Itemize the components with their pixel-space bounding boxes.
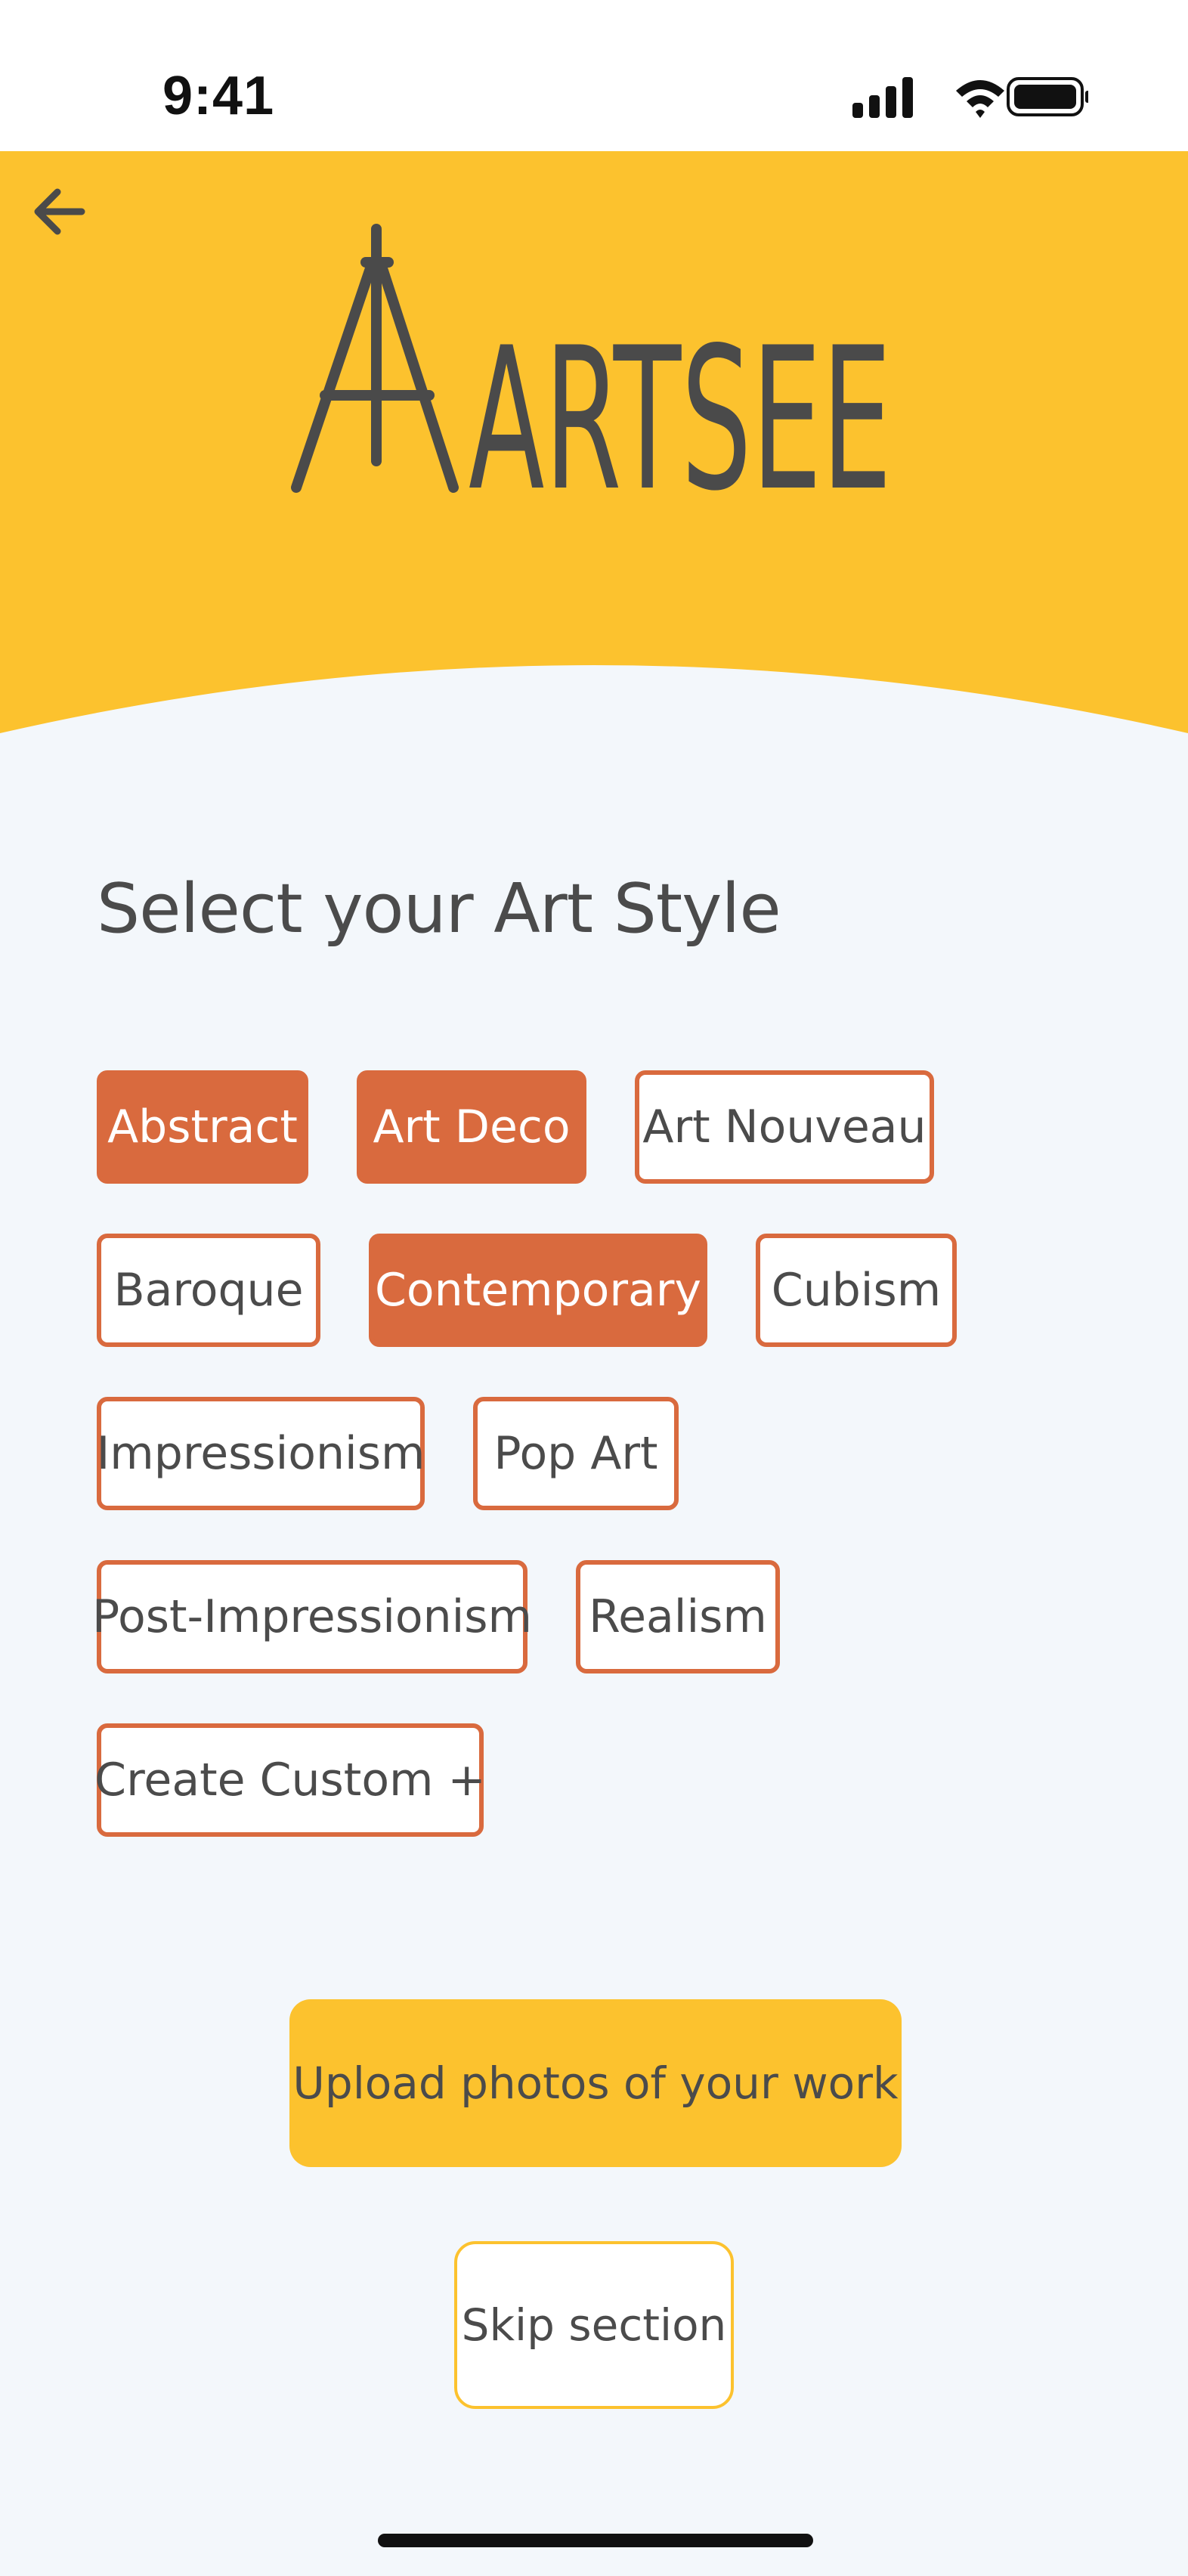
- style-chip-abstract[interactable]: Abstract: [97, 1070, 308, 1184]
- skip-section-button[interactable]: Skip section: [454, 2241, 734, 2409]
- back-arrow-icon[interactable]: [21, 174, 97, 249]
- easel-logo-icon: [291, 224, 459, 493]
- status-time: 9:41: [162, 66, 275, 126]
- page-title: Select your Art Style: [97, 869, 781, 949]
- battery-icon: [1007, 77, 1088, 116]
- style-chip-art-deco[interactable]: Art Deco: [357, 1070, 586, 1184]
- style-chip-pop-art[interactable]: Pop Art: [473, 1397, 679, 1510]
- style-chip-baroque[interactable]: Baroque: [97, 1234, 320, 1347]
- style-chip-cubism[interactable]: Cubism: [756, 1234, 957, 1347]
- status-bar: 9:41: [0, 0, 1188, 151]
- style-chip-impressionism[interactable]: Impressionism: [97, 1397, 425, 1510]
- style-chip-art-nouveau[interactable]: Art Nouveau: [635, 1070, 934, 1184]
- style-chip-realism[interactable]: Realism: [576, 1560, 780, 1673]
- signal-icon: [852, 77, 913, 118]
- wifi-icon: [956, 80, 1004, 118]
- brand-logo: ARTSEE: [291, 224, 892, 495]
- upload-photos-button[interactable]: Upload photos of your work: [289, 1999, 902, 2167]
- create-custom-button[interactable]: Create Custom +: [94, 1723, 486, 1837]
- brand-wordmark: ARTSEE: [469, 306, 892, 495]
- style-chip-post-impressionism[interactable]: Post-Impressionism: [92, 1560, 532, 1673]
- status-icons: [852, 77, 1088, 118]
- home-indicator: [378, 2534, 813, 2547]
- style-chip-contemporary[interactable]: Contemporary: [369, 1234, 707, 1347]
